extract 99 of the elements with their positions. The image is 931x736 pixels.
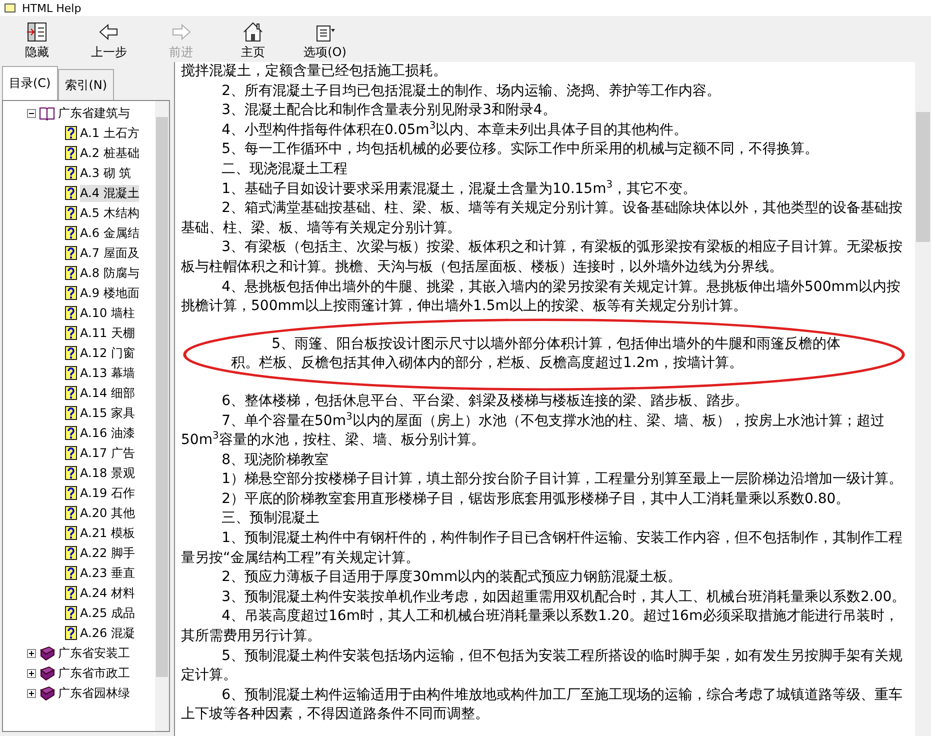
tree-item[interactable]: A.11 天棚	[80, 324, 135, 342]
paragraph: 5、雨篷、阳台板按设计图示尺寸以墙外部分体积计算，包括伸出墙外的牛腿和雨篷反檐的体积。栏板、反檐包括其伸入砌体内的部分，栏板、反檐高度超过1.2m，按墙计算。	[231, 336, 841, 372]
help-page-icon	[65, 126, 77, 140]
paragraph: 5、预制混凝土构件安装包括场内运输，但不包括为安装工程所搭设的临时脚手架，如有发生另按脚手架有关规定计算。	[181, 648, 903, 684]
paragraph: 1、基础子目如设计要求采用素混凝土，混凝土含量为10.15m$^{3}$，其它不变。	[222, 180, 697, 197]
tree-item[interactable]: A.15 家具	[80, 404, 135, 422]
paragraph: 7、单个容量在50m$^{3}$以内的屋面（房上）水池（不包支撑水池的柱、梁、墙、板），按房上水池计算；超过50m$^{3}$容量的水池，按柱、梁、墙、板分别计算。	[181, 412, 884, 448]
help-page-icon	[65, 206, 77, 220]
scrollbar[interactable]	[915, 62, 931, 736]
help-page-icon	[65, 586, 77, 600]
expand-icon[interactable]	[27, 688, 36, 698]
help-page-icon	[65, 146, 77, 160]
tree-item[interactable]: A.21 模板	[80, 524, 135, 542]
paragraph: 4、小型构件指每件体积在0.05m$^{3}$以内、本章未列出具体子目的其他构件。	[222, 122, 688, 138]
help-page-icon	[65, 486, 77, 500]
tree-item[interactable]: A.17 广告	[80, 444, 135, 462]
help-page-icon	[65, 186, 77, 200]
help-page-icon	[65, 166, 77, 180]
tree-item[interactable]: 广东省建筑与	[58, 104, 130, 122]
help-page-icon	[65, 326, 77, 340]
paragraph: 6、整体楼梯，包括休息平台、平台梁、斜梁及楼梯与楼板连接的梁、踏步板、踏步。	[222, 392, 749, 409]
tree-item[interactable]: A.1 土石方	[80, 124, 140, 142]
tree-item[interactable]: A.24 材料	[80, 584, 135, 602]
hide-pane-icon	[25, 20, 49, 44]
tree-item[interactable]: A.2 桩基础	[80, 144, 140, 162]
home-button[interactable]: 主页	[222, 20, 284, 61]
tree-item[interactable]: A.16 油漆	[80, 424, 135, 442]
tree-item[interactable]: 广东省市政工	[58, 664, 130, 682]
paragraph: 4、悬挑板包括伸出墙外的牛腿、挑梁，其嵌入墙内的梁另按梁有关规定计算。悬挑板伸出墙外500mm以内按挑檐计算，500mm以上按雨篷计算，伸出墙外1.5m以上的按梁、板等有关规定分别计算。	[181, 278, 900, 314]
help-page-icon	[65, 406, 77, 420]
scrollbar[interactable]	[155, 101, 169, 731]
help-page-icon	[65, 566, 77, 580]
paragraph: 2、箱式满堂基础按基础、柱、梁、板、墙等有关规定分别计算。设备基础除块体以外，其他类型的设备基础按基础、柱、梁、板、墙等有关规定分别计算。	[181, 200, 903, 236]
tab[interactable]: 索引(N)	[58, 69, 114, 100]
help-page-icon	[65, 446, 77, 460]
paragraph: 1、预制混凝土构件中有钢杆件的，构件制作子目已含钢杆件运输、安装工作内容，但不包括制作，其制作工程量另按“金属结构工程”有关规定计算。	[181, 530, 903, 566]
paragraph: 搅拌混凝土，定额含量已经包括施工损耗。	[181, 63, 447, 79]
help-page-icon	[65, 506, 77, 520]
book-icon	[39, 685, 55, 701]
paragraph: 3、混凝土配合比和制作含量表分别见附录3和附录4。	[222, 102, 556, 118]
back-button[interactable]: 上一步	[78, 20, 140, 61]
tree-item[interactable]: A.14 细部	[80, 384, 135, 402]
paragraph: 二、现浇混凝土工程	[222, 160, 348, 177]
help-page-icon	[65, 286, 77, 300]
tree-item[interactable]: A.6 金属结	[80, 224, 140, 242]
window-title: HTML Help	[22, 2, 82, 14]
help-page-icon	[65, 626, 77, 640]
help-page-icon	[65, 366, 77, 380]
tree-item[interactable]: A.20 其他	[80, 504, 135, 522]
tree-item[interactable]: A.8 防腐与	[80, 264, 140, 282]
expand-icon[interactable]	[27, 648, 36, 658]
book-icon	[39, 665, 55, 681]
tree-item[interactable]: A.5 木结构	[80, 204, 140, 222]
help-page-icon	[65, 546, 77, 560]
paragraph: 4、吊装高度超过16m时，其人工和机械台班消耗量乘以系数1.20。超过16m必须采取措施才能进行吊装时，其所需费用另行计算。	[181, 608, 899, 644]
help-page-icon	[65, 266, 77, 280]
tree-item[interactable]: A.18 景观	[80, 464, 135, 482]
paragraph: 2、预应力薄板子目适用于厚度30mm以内的装配式预应力钢筋混凝土板。	[222, 569, 682, 586]
open-book-icon	[39, 105, 55, 121]
paragraph: 8、现浇阶梯教室	[222, 452, 329, 468]
tree-item[interactable]: A.25 成品	[80, 604, 135, 622]
paragraph: 2、所有混凝土子目均已包括混凝土的制作、场内运输、浇捣、养护等工作内容。	[222, 82, 721, 99]
hide-button[interactable]: 隐藏	[6, 20, 68, 61]
paragraph: 5、每一工作循环中，均包括机械的必要位移。实际工作中所采用的机械与定额不同，不得换算。	[222, 141, 819, 158]
help-page-icon	[65, 426, 77, 440]
paragraph: 6、预制混凝土构件运输适用于由构件堆放地或构件加工厂至施工现场的运输，综合考虑了城镇道路等级、重车上下坡等各种因素，不得因道路条件不同而调整。	[181, 686, 903, 722]
paragraph: 2）平底的阶梯教室套用直形楼梯子目，锯齿形底套用弧形楼梯子目，其中人工消耗量乘以系数0.80。	[222, 490, 850, 507]
tree-item[interactable]: 广东省园林绿	[58, 684, 130, 702]
book-icon	[39, 645, 55, 661]
help-page-icon	[65, 526, 77, 540]
tree-item[interactable]: A.4 混凝土	[80, 184, 140, 202]
paragraph: 1）梯悬空部分按楼梯子目计算，填土部分按台阶子目计算，工程量分别算至最上一层阶梯边沿增加一级计算。	[222, 471, 903, 488]
help-page-icon	[65, 606, 77, 620]
paragraph: 3、预制混凝土构件安装按单机作业考虑，如因超重需用双机配合时，其人工、机械台班消耗量乘以系数2.00。	[222, 588, 906, 605]
tree-item[interactable]: 广东省安装工	[58, 644, 130, 662]
tree-item[interactable]: A.13 幕墙	[80, 364, 135, 382]
tree-item[interactable]: A.10 墙柱	[80, 304, 135, 322]
paragraph: 3、有梁板（包括主、次梁与板）按梁、板体积之和计算，有梁板的弧形梁按有梁板的相应子目计算。无梁板按板与柱帽体积之和计算。挑檐、天沟与板（包括屋面板、楼板）连接时，以外墙外边线为分界线。	[181, 239, 903, 275]
paragraph: 三、预制混凝土	[222, 510, 320, 526]
help-page-icon	[65, 306, 77, 320]
tree-item[interactable]: A.23 垂直	[80, 564, 135, 582]
collapse-icon[interactable]	[27, 108, 36, 118]
help-page-icon	[65, 226, 77, 240]
tree-item[interactable]: A.9 楼地面	[80, 284, 140, 302]
tree-item[interactable]: A.7 屋面及	[80, 244, 140, 262]
tree-item[interactable]: A.12 门窗	[80, 344, 135, 362]
expand-icon[interactable]	[27, 668, 36, 678]
help-page-icon	[65, 386, 77, 400]
help-page-icon	[65, 466, 77, 480]
tree-item[interactable]: A.22 脚手	[80, 544, 135, 562]
help-page-icon	[65, 346, 77, 360]
options-button[interactable]: 选项(O)	[294, 20, 356, 61]
tree-item[interactable]: A.26 混凝	[80, 624, 135, 642]
tree-item[interactable]: A.19 石作	[80, 484, 135, 502]
help-page-icon	[65, 246, 77, 260]
home-icon	[241, 20, 265, 44]
help-window-icon	[4, 2, 16, 14]
tree-item[interactable]: A.3 砌 筑	[80, 164, 132, 182]
tab[interactable]: 目录(C)	[2, 66, 58, 100]
